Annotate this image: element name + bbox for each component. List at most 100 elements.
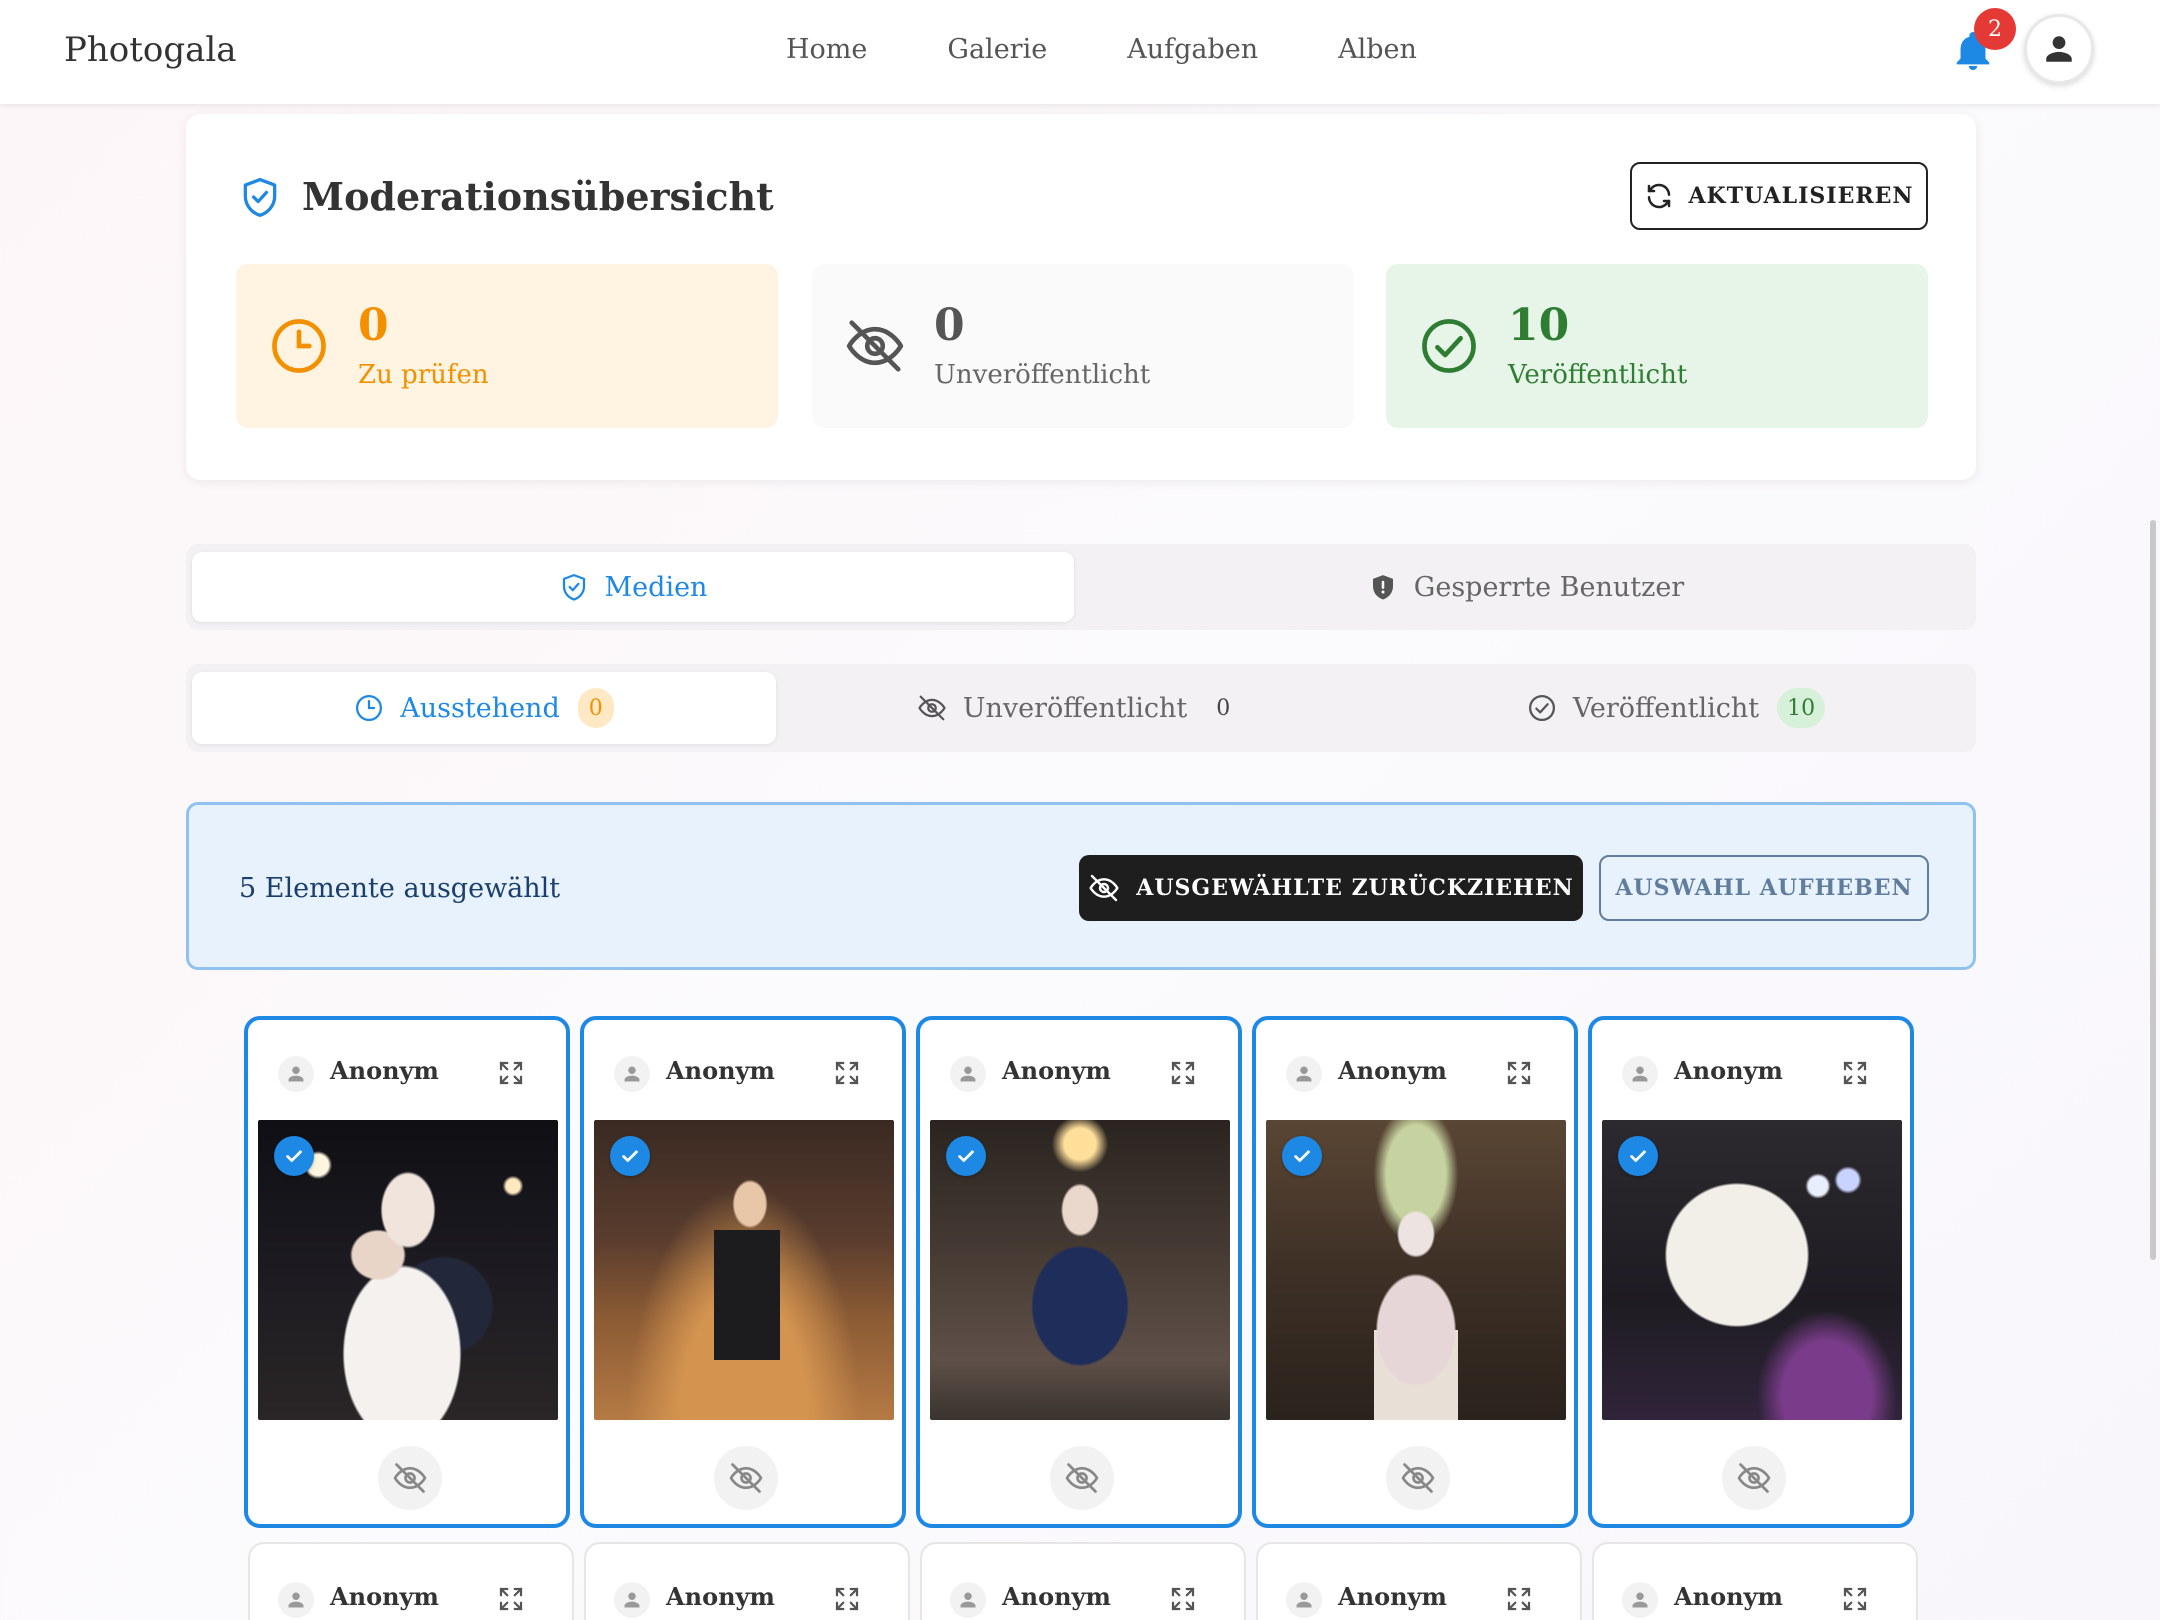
tab-ausstehend[interactable]: Ausstehend 0 <box>192 672 776 744</box>
user-icon <box>950 1582 986 1618</box>
stat-unpublished[interactable]: 0 Unveröffentlicht <box>812 264 1354 428</box>
expand-icon[interactable] <box>496 1058 526 1088</box>
user-icon <box>614 1056 650 1092</box>
media-photo[interactable] <box>594 1120 894 1420</box>
tab-medien[interactable]: Medien <box>192 552 1074 622</box>
eye-off-icon <box>1401 1463 1435 1493</box>
media-card-header: Anonym <box>250 1544 572 1620</box>
refresh-label: AKTUALISIEREN <box>1688 183 1914 209</box>
clock-icon <box>356 695 383 721</box>
user-icon <box>1286 1582 1322 1618</box>
stat-label: Veröffentlicht <box>1508 360 1688 391</box>
media-photo[interactable] <box>1602 1120 1902 1420</box>
user-icon <box>1622 1056 1658 1092</box>
uploader-name: Anonym <box>1338 1056 1447 1085</box>
selection-count: 5 Elemente ausgewählt <box>239 873 561 904</box>
count-badge: 10 <box>1777 688 1826 728</box>
check-circle-icon <box>1528 695 1555 721</box>
media-card[interactable]: Anonym <box>1252 1016 1578 1528</box>
expand-icon[interactable] <box>832 1584 862 1614</box>
expand-icon[interactable] <box>832 1058 862 1088</box>
media-card[interactable]: Anonym <box>1592 1542 1918 1620</box>
check-circle-icon <box>1422 319 1476 373</box>
unpublish-button[interactable] <box>378 1446 442 1510</box>
media-card-header: Anonym <box>1258 1544 1580 1620</box>
stat-to-review[interactable]: 0 Zu prüfen <box>236 264 778 428</box>
count-badge: 0 <box>1216 695 1231 721</box>
eye-off-icon <box>393 1463 427 1493</box>
selected-checkbox[interactable] <box>1282 1136 1322 1176</box>
clear-selection-button[interactable]: AUSWAHL AUFHEBEN <box>1599 855 1929 921</box>
refresh-button[interactable]: AKTUALISIEREN <box>1630 162 1928 230</box>
media-card[interactable]: Anonym <box>244 1016 570 1528</box>
withdraw-selected-button[interactable]: AUSGEWÄHLTE ZURÜCKZIEHEN <box>1079 855 1583 921</box>
media-photo[interactable] <box>1266 1120 1566 1420</box>
expand-icon[interactable] <box>1840 1584 1870 1614</box>
media-photo[interactable] <box>258 1120 558 1420</box>
expand-icon[interactable] <box>1168 1058 1198 1088</box>
unpublish-button[interactable] <box>1722 1446 1786 1510</box>
stat-value: 0 <box>358 299 389 351</box>
check-icon <box>1294 1150 1310 1162</box>
uploader-name: Anonym <box>330 1582 439 1611</box>
media-card[interactable]: Anonym <box>584 1542 910 1620</box>
notification-badge: 2 <box>1974 8 2016 50</box>
expand-icon[interactable] <box>1504 1058 1534 1088</box>
count-badge: 0 <box>577 688 614 728</box>
nav-alben[interactable]: Alben <box>1338 34 1417 65</box>
unpublish-button[interactable] <box>1386 1446 1450 1510</box>
media-card[interactable]: Anonym <box>916 1016 1242 1528</box>
tab-veroeffentlicht[interactable]: Veröffentlicht 10 <box>1382 672 1970 744</box>
expand-icon[interactable] <box>1504 1584 1534 1614</box>
main-nav: Home Galerie Aufgaben Alben <box>786 34 1497 65</box>
media-photo[interactable] <box>930 1120 1230 1420</box>
status-tabs: Ausstehend 0 Unveröffentlicht 0 Veröffen… <box>186 664 1976 752</box>
nav-aufgaben[interactable]: Aufgaben <box>1127 34 1258 65</box>
media-card[interactable]: Anonym <box>1588 1016 1914 1528</box>
unpublish-button[interactable] <box>714 1446 778 1510</box>
media-card-header: Anonym <box>1594 1544 1916 1620</box>
media-card-header: Anonym <box>584 1020 902 1120</box>
media-card-header: Anonym <box>920 1020 1238 1120</box>
selected-checkbox[interactable] <box>946 1136 986 1176</box>
selection-bar: 5 Elemente ausgewählt AUSGEWÄHLTE ZURÜCK… <box>186 802 1976 970</box>
stat-value: 10 <box>1508 299 1570 351</box>
shield-alert-icon <box>1372 575 1393 600</box>
expand-icon[interactable] <box>1168 1584 1198 1614</box>
stat-label: Unveröffentlicht <box>934 360 1151 391</box>
stat-published[interactable]: 10 Veröffentlicht <box>1386 264 1928 428</box>
user-icon <box>1286 1056 1322 1092</box>
user-icon <box>950 1056 986 1092</box>
check-icon <box>622 1150 638 1162</box>
withdraw-label: AUSGEWÄHLTE ZURÜCKZIEHEN <box>1136 875 1574 901</box>
selected-checkbox[interactable] <box>274 1136 314 1176</box>
media-card[interactable]: Anonym <box>580 1016 906 1528</box>
nav-home[interactable]: Home <box>786 34 867 65</box>
page-scrollbar[interactable] <box>2150 520 2156 1260</box>
user-icon <box>278 1056 314 1092</box>
tab-gesperrte-benutzer[interactable]: Gesperrte Benutzer <box>1082 552 1970 622</box>
stat-value: 0 <box>934 299 965 351</box>
eye-off-icon <box>846 320 904 372</box>
eye-off-icon <box>1065 1463 1099 1493</box>
media-card[interactable]: Anonym <box>920 1542 1246 1620</box>
app-logo[interactable]: Photogala <box>64 30 237 70</box>
user-avatar[interactable] <box>2024 14 2094 84</box>
selected-checkbox[interactable] <box>1618 1136 1658 1176</box>
tab-label: Ausstehend <box>400 692 560 724</box>
uploader-name: Anonym <box>1002 1056 1111 1085</box>
unpublish-button[interactable] <box>1050 1446 1114 1510</box>
media-card[interactable]: Anonym <box>248 1542 574 1620</box>
media-card[interactable]: Anonym <box>1256 1542 1582 1620</box>
expand-icon[interactable] <box>496 1584 526 1614</box>
main-tabs: Medien Gesperrte Benutzer <box>186 544 1976 630</box>
user-icon <box>1622 1582 1658 1618</box>
selected-checkbox[interactable] <box>610 1136 650 1176</box>
tab-unveroeffentlicht[interactable]: Unveröffentlicht 0 <box>784 672 1374 744</box>
expand-icon[interactable] <box>1840 1058 1870 1088</box>
media-card-header: Anonym <box>1592 1020 1910 1120</box>
eye-off-icon <box>918 695 946 721</box>
user-icon <box>614 1582 650 1618</box>
top-app-bar: Photogala Home Galerie Aufgaben Alben 2 <box>0 0 2160 104</box>
nav-galerie[interactable]: Galerie <box>947 34 1047 65</box>
